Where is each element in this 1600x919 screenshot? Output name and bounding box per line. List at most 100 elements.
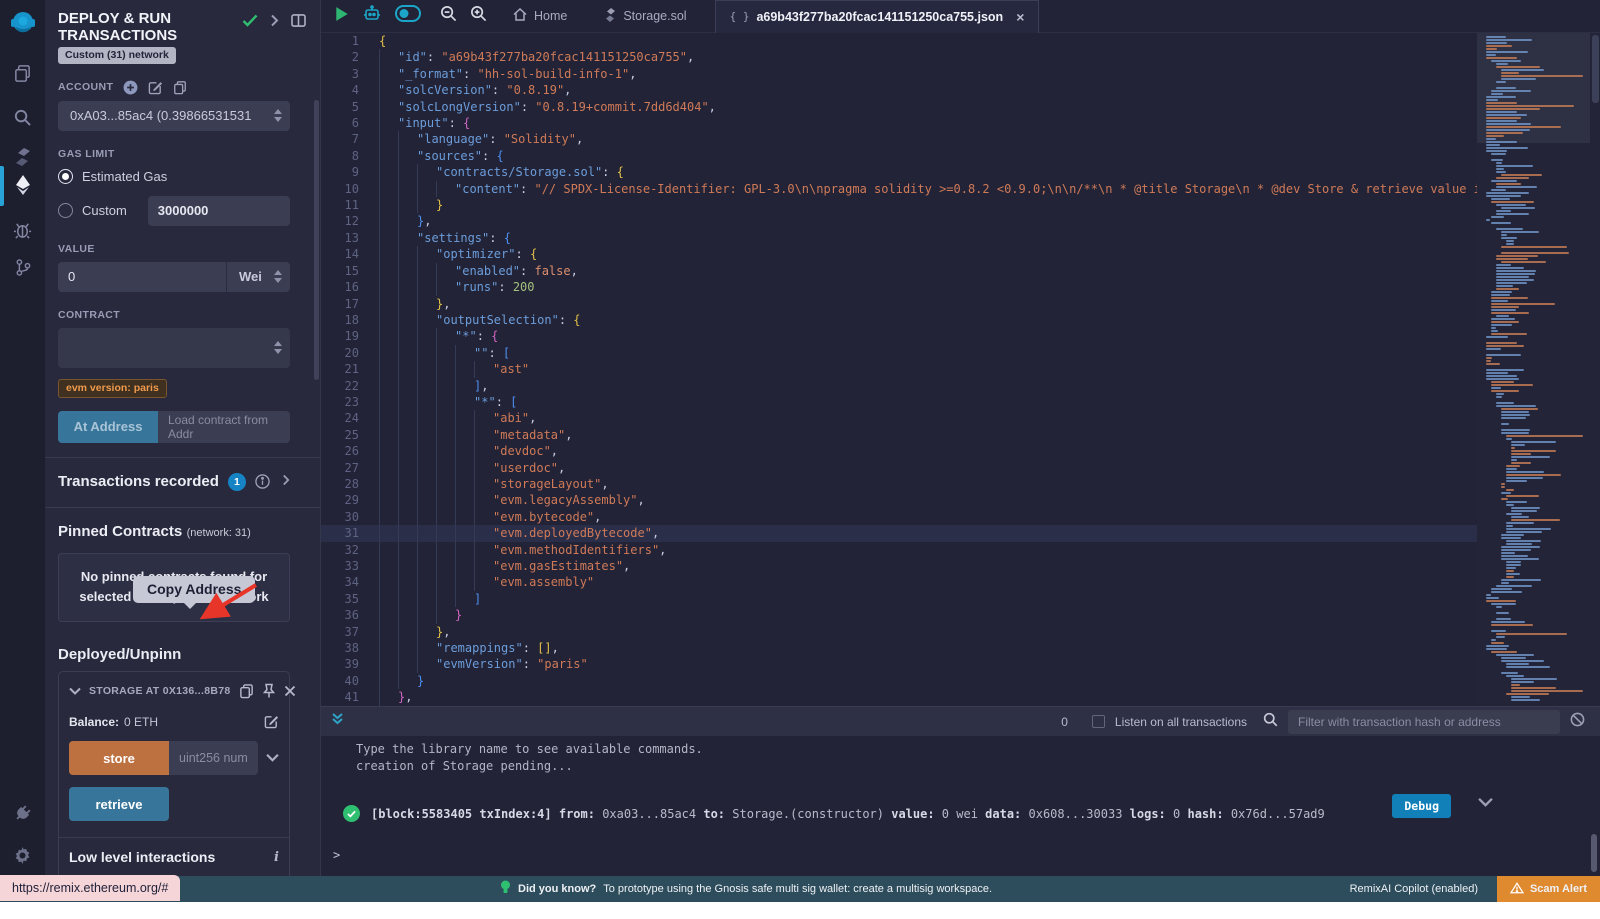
- editor-line[interactable]: 4"solcVersion": "0.8.19",: [321, 82, 1477, 98]
- editor-line[interactable]: 2"id": "a69b43f277ba20fcac141151250ca755…: [321, 49, 1477, 65]
- run-script-icon[interactable]: [335, 6, 349, 27]
- instance-collapse-chevron-icon[interactable]: [69, 682, 81, 700]
- remove-instance-icon[interactable]: [284, 685, 296, 697]
- value-unit-select[interactable]: Wei: [226, 262, 290, 292]
- editor-line[interactable]: 15"enabled": false,: [321, 263, 1477, 279]
- editor-line[interactable]: 9"contracts/Storage.sol": {: [321, 164, 1477, 180]
- editor-line[interactable]: 22],: [321, 378, 1477, 394]
- terminal-expand-icon[interactable]: [331, 712, 344, 731]
- store-args-input[interactable]: uint256 num: [169, 741, 258, 775]
- remixai-robot-icon[interactable]: [362, 5, 382, 28]
- terminal-filter-input[interactable]: Filter with transaction hash or address: [1288, 710, 1560, 734]
- editor-line[interactable]: 41},: [321, 689, 1477, 705]
- zoom-in-icon[interactable]: [470, 5, 487, 27]
- editor-line[interactable]: 8"sources": {: [321, 148, 1477, 164]
- debugger-icon[interactable]: [0, 212, 45, 246]
- editor-line[interactable]: 7"language": "Solidity",: [321, 131, 1477, 147]
- editor-line[interactable]: 14"optimizer": {: [321, 246, 1477, 262]
- sign-message-icon[interactable]: [148, 80, 163, 95]
- gas-estimated-radio[interactable]: [58, 169, 73, 184]
- listen-all-checkbox[interactable]: [1092, 715, 1105, 728]
- store-function-button[interactable]: store: [69, 741, 169, 775]
- store-expand-chevron-icon[interactable]: [266, 749, 279, 767]
- search-icon[interactable]: [0, 100, 45, 134]
- settings-gear-icon[interactable]: [0, 838, 45, 872]
- scam-alert-button[interactable]: Scam Alert: [1497, 876, 1600, 902]
- editor-line[interactable]: 30"evm.bytecode",: [321, 509, 1477, 525]
- editor-line[interactable]: 33"evm.gasEstimates",: [321, 558, 1477, 574]
- copy-address-icon[interactable]: [239, 683, 254, 699]
- copilot-toggle-icon[interactable]: [395, 5, 421, 27]
- editor-line[interactable]: 32"evm.methodIdentifiers",: [321, 542, 1477, 558]
- tab-storage-sol[interactable]: Storage.sol: [591, 0, 700, 33]
- editor-line[interactable]: 6"input": {: [321, 115, 1477, 131]
- editor-line[interactable]: 39"evmVersion": "paris": [321, 656, 1477, 672]
- gas-custom-option[interactable]: Custom 3000000: [58, 196, 290, 226]
- tab-build-info-json[interactable]: { } a69b43f277ba20fcac141151250ca755.jso…: [715, 0, 1040, 33]
- terminal-prompt[interactable]: >: [321, 848, 1600, 862]
- editor-line[interactable]: 17},: [321, 296, 1477, 312]
- editor-line[interactable]: 16"runs": 200: [321, 279, 1477, 295]
- editor-line[interactable]: 27"userdoc",: [321, 460, 1477, 476]
- editor-line[interactable]: 5"solcLongVersion": "0.8.19+commit.7dd6d…: [321, 99, 1477, 115]
- editor-line[interactable]: 11}: [321, 197, 1477, 213]
- editor-line[interactable]: 40}: [321, 673, 1477, 689]
- editor-line[interactable]: 1{: [321, 33, 1477, 49]
- gas-custom-radio[interactable]: [58, 203, 73, 218]
- editor-line[interactable]: 19"*": {: [321, 328, 1477, 344]
- at-address-input[interactable]: Load contract from Addr: [158, 411, 290, 443]
- editor-line[interactable]: 37},: [321, 624, 1477, 640]
- editor-line[interactable]: 21"ast": [321, 361, 1477, 377]
- editor-line[interactable]: 23"*": [: [321, 394, 1477, 410]
- debug-button[interactable]: Debug: [1392, 794, 1451, 818]
- editor-scrollbar-thumb[interactable]: [1592, 35, 1599, 103]
- code-editor[interactable]: 1{2"id": "a69b43f277ba20fcac141151250ca7…: [321, 33, 1600, 706]
- terminal-scrollbar-thumb[interactable]: [1591, 834, 1597, 872]
- expand-panel-chevron-icon[interactable]: [270, 14, 279, 32]
- deploy-run-icon[interactable]: [0, 168, 45, 202]
- plugin-manager-icon[interactable]: [0, 796, 45, 830]
- editor-lines[interactable]: 1{2"id": "a69b43f277ba20fcac141151250ca7…: [321, 33, 1477, 706]
- zoom-out-icon[interactable]: [440, 5, 457, 27]
- editor-line[interactable]: 25"metadata",: [321, 427, 1477, 443]
- retrieve-function-button[interactable]: retrieve: [69, 787, 169, 821]
- editor-line[interactable]: 29"evm.legacyAssembly",: [321, 492, 1477, 508]
- editor-line[interactable]: 20"": [: [321, 345, 1477, 361]
- editor-line[interactable]: 31"evm.deployedBytecode",: [321, 525, 1477, 541]
- editor-line[interactable]: 24"abi",: [321, 410, 1477, 426]
- tab-home[interactable]: Home: [499, 0, 581, 33]
- git-icon[interactable]: [0, 250, 45, 284]
- terminal-content[interactable]: Type the library name to see available c…: [321, 736, 1600, 876]
- transactions-expand-chevron-icon[interactable]: [282, 473, 290, 491]
- editor-line[interactable]: 3"_format": "hh-sol-build-info-1",: [321, 66, 1477, 82]
- file-explorer-icon[interactable]: [0, 56, 45, 90]
- transactions-info-icon[interactable]: [255, 474, 270, 489]
- editor-line[interactable]: 36}: [321, 607, 1477, 623]
- gas-estimated-option[interactable]: Estimated Gas: [58, 169, 290, 184]
- editor-minimap[interactable]: [1477, 33, 1590, 706]
- copilot-status[interactable]: RemixAI Copilot (enabled): [1350, 876, 1478, 902]
- pin-panel-icon[interactable]: [291, 14, 306, 32]
- account-select[interactable]: 0xA03...85ac4 (0.39866531531: [58, 101, 290, 131]
- tx-expand-chevron-icon[interactable]: [1478, 796, 1493, 810]
- editor-line[interactable]: 38"remappings": [],: [321, 640, 1477, 656]
- terminal-search-icon[interactable]: [1263, 712, 1278, 732]
- create-account-icon[interactable]: [123, 80, 138, 95]
- clear-console-icon[interactable]: [1570, 712, 1585, 732]
- panel-scrollbar[interactable]: [314, 100, 319, 380]
- remix-logo-icon[interactable]: [0, 6, 45, 40]
- low-level-info-icon[interactable]: i: [274, 850, 279, 865]
- at-address-button[interactable]: At Address: [58, 411, 158, 443]
- gas-custom-input[interactable]: 3000000: [148, 196, 290, 226]
- editor-line[interactable]: 26"devdoc",: [321, 443, 1477, 459]
- close-tab-icon[interactable]: ×: [1016, 9, 1024, 25]
- editor-scrollbar[interactable]: [1590, 33, 1600, 706]
- editor-line[interactable]: 34"evm.assembly": [321, 574, 1477, 590]
- editor-line[interactable]: 18"outputSelection": {: [321, 312, 1477, 328]
- copy-account-icon[interactable]: [173, 80, 187, 95]
- edit-balance-icon[interactable]: [264, 714, 279, 729]
- editor-line[interactable]: 12},: [321, 213, 1477, 229]
- editor-line[interactable]: 28"storageLayout",: [321, 476, 1477, 492]
- editor-line[interactable]: 35]: [321, 591, 1477, 607]
- pin-contract-icon[interactable]: [262, 683, 276, 699]
